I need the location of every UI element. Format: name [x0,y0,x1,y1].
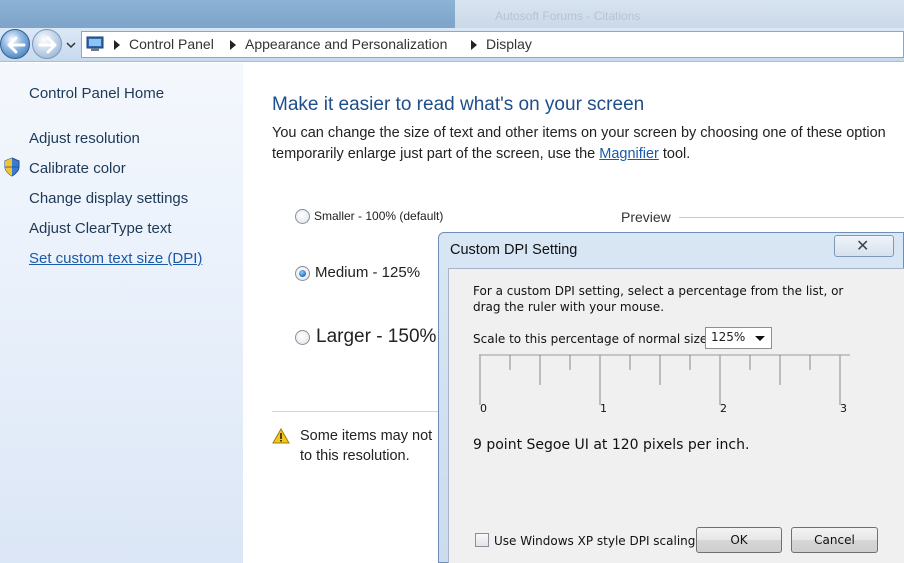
warning-text-line-1: Some items may not [300,428,433,444]
description-line-2: temporarily enlarge just part of the scr… [272,146,690,162]
background-window-text: Autosoft Forums - Citations [495,9,641,23]
breadcrumb-separator-icon[interactable] [471,40,477,50]
instruction-line-2: drag the ruler with your mouse. [473,300,665,314]
description-text: temporarily enlarge just part of the scr… [272,146,600,162]
dialog-title: Custom DPI Setting [450,242,578,258]
forward-button[interactable] [32,29,62,59]
sidebar-item-calibrate-color[interactable]: Calibrate color [29,160,126,177]
sidebar-item-adjust-cleartype[interactable]: Adjust ClearType text [29,220,172,237]
ruler-label-1: 1 [600,402,607,414]
ruler-label-0: 0 [480,402,487,414]
description-text: tool. [658,146,691,162]
close-icon: ✕ [856,236,870,255]
address-box[interactable]: Control Panel Appearance and Personaliza… [81,31,904,58]
ok-button[interactable]: OK [696,527,782,553]
ruler-label-3: 3 [840,402,847,414]
uac-shield-icon [4,157,20,177]
page-title: Make it easier to read what's on your sc… [272,94,645,115]
radio-smaller-label[interactable]: Smaller - 100% (default) [314,209,443,223]
sidebar: Control Panel Home Adjust resolution Cal… [0,63,243,563]
scale-label: Scale to this percentage of normal size: [473,332,712,346]
radio-smaller[interactable] [295,209,310,224]
preview-label: Preview [621,209,671,225]
background-window: Autosoft Forums - Citations [455,0,904,30]
xp-scaling-label[interactable]: Use Windows XP style DPI scaling [494,534,695,548]
dpi-description: 9 point Segoe UI at 120 pixels per inch. [473,437,750,453]
dpi-ruler[interactable]: 0 1 2 3 [479,354,850,414]
sidebar-item-control-panel-home[interactable]: Control Panel Home [29,85,164,102]
sidebar-item-change-display-settings[interactable]: Change display settings [29,190,188,207]
breadcrumb-separator-icon[interactable] [230,40,236,50]
recent-pages-chevron-icon[interactable] [66,41,76,49]
dialog-close-button[interactable]: ✕ [834,235,894,257]
warning-text-line-2: to this resolution. [300,448,410,464]
breadcrumb-control-panel[interactable]: Control Panel [129,36,214,52]
title-bar [0,0,455,30]
preview-divider [679,217,904,218]
breadcrumb-display[interactable]: Display [486,36,532,52]
description-line-1: You can change the size of text and othe… [272,125,886,141]
ruler-label-2: 2 [720,402,727,414]
radio-larger-label[interactable]: Larger - 150% [316,326,436,348]
back-arrow-icon [7,36,26,54]
magnifier-link[interactable]: Magnifier [599,146,659,162]
chevron-down-icon [755,336,765,341]
instruction-line-1: For a custom DPI setting, select a perce… [473,284,844,298]
back-button[interactable] [0,29,30,59]
radio-larger[interactable] [295,330,310,345]
custom-dpi-dialog: Custom DPI Setting ✕ For a custom DPI se… [438,232,904,563]
breadcrumb-appearance[interactable]: Appearance and Personalization [245,36,447,52]
breadcrumb-separator-icon[interactable] [114,40,120,50]
sidebar-item-adjust-resolution[interactable]: Adjust resolution [29,130,140,147]
radio-medium[interactable] [295,266,310,281]
dialog-body: For a custom DPI setting, select a perce… [448,268,904,563]
control-panel-icon [86,36,104,51]
ruler-ticks [479,355,841,405]
address-bar: Control Panel Appearance and Personaliza… [0,28,904,62]
warning-icon [272,428,290,444]
xp-scaling-checkbox[interactable] [475,533,489,547]
forward-arrow-icon [38,36,57,54]
sidebar-item-custom-text-size[interactable]: Set custom text size (DPI) [29,250,202,267]
scale-dropdown[interactable]: 125% [705,327,772,349]
scale-dropdown-value: 125% [711,330,746,344]
cancel-button[interactable]: Cancel [791,527,878,553]
radio-medium-label[interactable]: Medium - 125% [315,264,420,281]
